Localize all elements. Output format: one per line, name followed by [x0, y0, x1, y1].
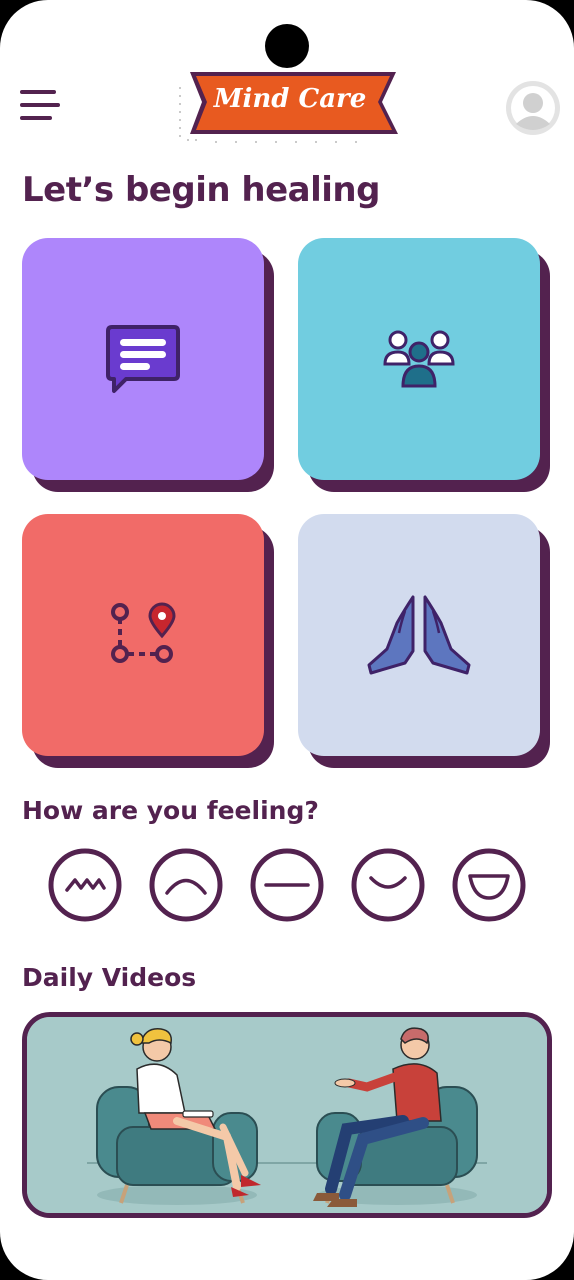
route-map-pin-icon	[111, 602, 176, 663]
grin-face-icon	[452, 848, 526, 922]
chat-tile[interactable]	[22, 238, 264, 480]
smile-face-icon	[351, 848, 425, 922]
front-camera	[265, 24, 309, 68]
daily-video-thumbnail[interactable]	[22, 1012, 552, 1218]
mood-section-title: How are you feeling?	[22, 796, 319, 825]
mood-option-neutral[interactable]	[250, 848, 324, 922]
route-tile[interactable]	[22, 514, 264, 756]
community-tile[interactable]	[298, 238, 540, 480]
hamburger-menu-icon[interactable]	[20, 90, 62, 124]
zigzag-face-icon	[48, 848, 122, 922]
mood-option-very-happy[interactable]	[452, 848, 526, 922]
mood-option-stressed[interactable]	[48, 848, 122, 922]
chat-bubble-icon	[106, 325, 180, 393]
page-title: Let’s begin healing	[22, 170, 380, 210]
phone-screen: Mind Care Let’s begin healing How are yo…	[0, 0, 574, 1280]
meditation-tile[interactable]	[298, 514, 540, 756]
videos-section-title: Daily Videos	[22, 963, 197, 992]
app-logo: Mind Care	[176, 66, 404, 146]
mood-option-happy[interactable]	[351, 848, 425, 922]
frown-face-icon	[149, 848, 223, 922]
therapy-session-illustration	[27, 1017, 547, 1213]
mood-option-sad[interactable]	[149, 848, 223, 922]
logo-text: Mind Care	[213, 84, 367, 114]
user-avatar-icon[interactable]	[505, 80, 561, 136]
neutral-face-icon	[250, 848, 324, 922]
group-people-icon	[383, 330, 455, 388]
praying-hands-icon	[367, 595, 471, 675]
